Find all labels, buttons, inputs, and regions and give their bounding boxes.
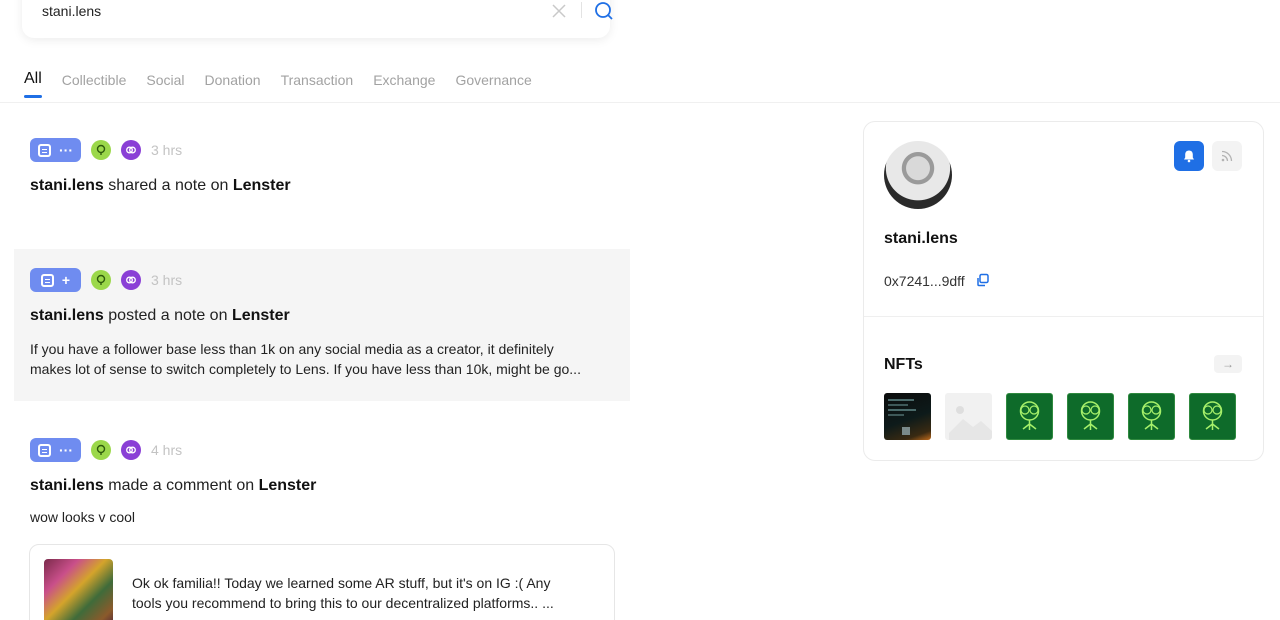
search-separator <box>581 2 582 18</box>
tab-collectible[interactable]: Collectible <box>62 72 127 98</box>
post-text: If you have a follower base less than 1k… <box>30 339 614 379</box>
user-link[interactable]: stani.lens <box>30 177 104 194</box>
nfts-title: NFTs <box>884 356 923 373</box>
avatar[interactable] <box>884 141 952 209</box>
tab-donation[interactable]: Donation <box>205 72 261 98</box>
nft-list <box>884 393 1236 440</box>
card-divider <box>864 316 1263 317</box>
nft-item[interactable] <box>1006 393 1053 440</box>
feed-item[interactable]: ··· 4 hrs stani.lens made a comment on L… <box>14 437 630 537</box>
quoted-text-line: Ok ok familia!! Today we learned some AR… <box>132 575 551 591</box>
search-bar <box>22 0 613 38</box>
wallet-address: 0x7241...9dff <box>884 273 965 289</box>
lenster-icon <box>91 140 111 160</box>
bell-icon <box>1184 150 1194 163</box>
search-input[interactable] <box>42 0 512 22</box>
tabs-divider <box>0 102 1280 103</box>
follow-button[interactable] <box>1174 141 1204 171</box>
timestamp: 3 hrs <box>151 272 183 288</box>
note-tag: ··· <box>30 438 81 462</box>
plus-icon: + <box>61 272 71 288</box>
item-meta: ··· 4 hrs <box>30 437 614 463</box>
document-icon <box>38 443 51 457</box>
copy-icon[interactable] <box>976 273 990 287</box>
tab-governance[interactable]: Governance <box>455 72 531 98</box>
filter-tabs: All Collectible Social Donation Transact… <box>24 70 552 98</box>
item-meta: + 3 hrs <box>30 267 614 293</box>
tab-transaction[interactable]: Transaction <box>281 72 354 98</box>
more-icon: ··· <box>59 442 73 458</box>
nft-item[interactable] <box>1128 393 1175 440</box>
note-tag: ··· <box>30 138 81 162</box>
tab-exchange[interactable]: Exchange <box>373 72 435 98</box>
user-link[interactable]: stani.lens <box>30 307 104 324</box>
user-link[interactable]: stani.lens <box>30 477 104 494</box>
nft-item[interactable] <box>884 393 931 440</box>
lenster-icon <box>91 440 111 460</box>
platform-link[interactable]: Lenster <box>233 177 291 194</box>
lens-icon <box>121 440 141 460</box>
timestamp: 3 hrs <box>151 142 183 158</box>
feed-item[interactable]: ··· 3 hrs stani.lens shared a note on Le… <box>14 137 630 247</box>
rss-button[interactable] <box>1212 141 1242 171</box>
action-text: posted a note on <box>108 307 228 324</box>
quoted-post[interactable]: Ok ok familia!! Today we learned some AR… <box>29 544 615 620</box>
profile-name: stani.lens <box>884 230 958 247</box>
tab-social[interactable]: Social <box>146 72 184 98</box>
nft-item[interactable] <box>1067 393 1114 440</box>
quoted-post-image <box>44 559 113 620</box>
tab-all[interactable]: All <box>24 70 42 98</box>
action-text: made a comment on <box>108 477 255 494</box>
lenster-icon <box>91 270 111 290</box>
nft-item[interactable] <box>1189 393 1236 440</box>
lens-icon <box>121 140 141 160</box>
document-icon <box>40 273 54 287</box>
lens-icon <box>121 270 141 290</box>
action-text: shared a note on <box>108 177 229 194</box>
item-headline: stani.lens made a comment on Lenster <box>30 477 614 495</box>
nft-item[interactable] <box>945 393 992 440</box>
profile-card: stani.lens 0x7241...9dff NFTs → <box>863 121 1264 461</box>
rss-icon <box>1221 150 1233 162</box>
note-tag: + <box>30 268 81 292</box>
post-text-line: makes lot of sense to switch completely … <box>30 361 581 377</box>
search-icon[interactable] <box>592 0 616 22</box>
nfts-more-button[interactable]: → <box>1214 355 1242 373</box>
feed-item[interactable]: + 3 hrs stani.lens posted a note on Lens… <box>14 249 630 401</box>
post-text-line: If you have a follower base less than 1k… <box>30 341 554 357</box>
quoted-post-text: Ok ok familia!! Today we learned some AR… <box>132 573 602 613</box>
clear-icon[interactable] <box>550 2 568 20</box>
platform-link[interactable]: Lenster <box>232 307 290 324</box>
comment-text: wow looks v cool <box>30 509 136 525</box>
item-headline: stani.lens shared a note on Lenster <box>30 177 614 195</box>
quoted-text-line: tools you recommend to bring this to our… <box>132 595 554 611</box>
item-meta: ··· 3 hrs <box>30 137 614 163</box>
document-icon <box>38 143 51 157</box>
platform-link[interactable]: Lenster <box>259 477 317 494</box>
item-headline: stani.lens posted a note on Lenster <box>30 307 614 325</box>
more-icon: ··· <box>59 142 73 158</box>
timestamp: 4 hrs <box>151 442 183 458</box>
